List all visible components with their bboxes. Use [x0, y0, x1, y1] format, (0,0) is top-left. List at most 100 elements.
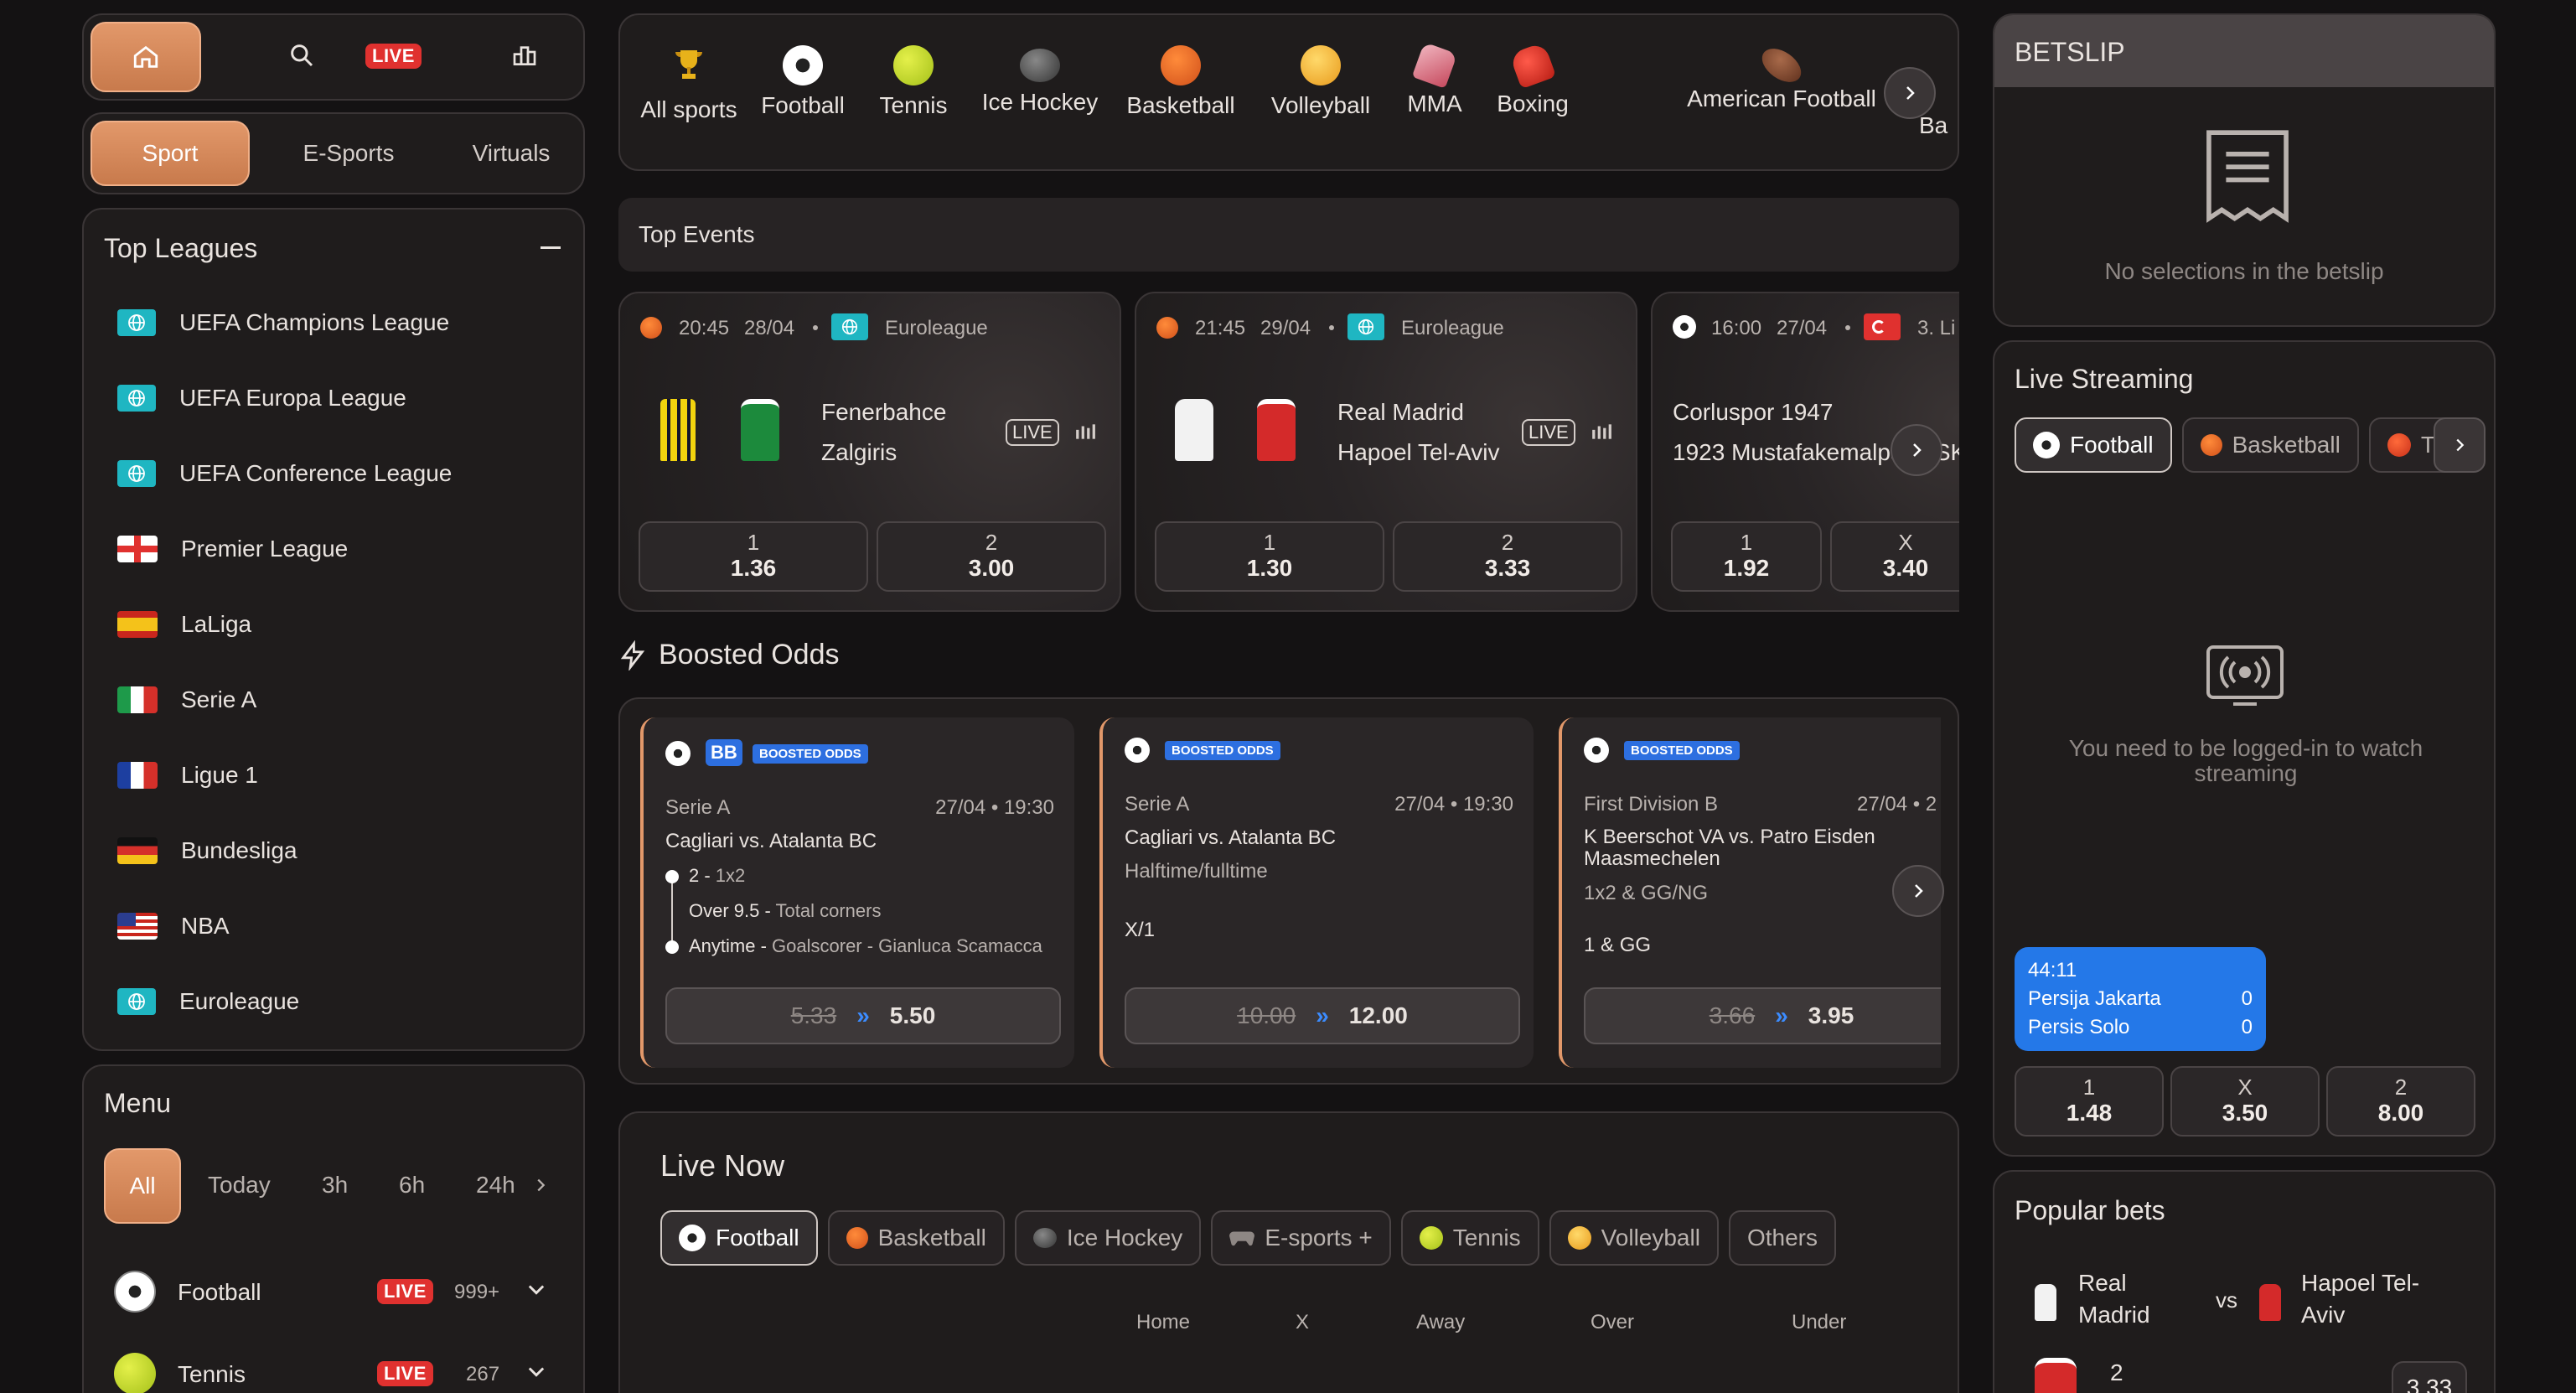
- odd-value: 1.92: [1723, 555, 1770, 581]
- boosted-odd-button[interactable]: 5.33 » 5.50: [665, 987, 1061, 1044]
- stream-tab-football[interactable]: Football: [2015, 417, 2172, 473]
- sport-basketball[interactable]: Basketball: [1118, 45, 1244, 119]
- live-now-title: Live Now: [660, 1148, 785, 1183]
- filter-today[interactable]: Today: [208, 1172, 271, 1199]
- tab-label: Others: [1746, 1225, 1818, 1251]
- home-button[interactable]: [91, 22, 201, 92]
- streaming-scroll-right-button[interactable]: [2434, 417, 2485, 473]
- boosted-odd-button[interactable]: 3.66 » 3.95: [1584, 987, 1941, 1044]
- league-item-conference-league[interactable]: UEFA Conference League: [117, 436, 570, 511]
- league-item-serie-a[interactable]: Serie A: [117, 662, 570, 738]
- flag-france-icon: [117, 762, 158, 789]
- away-jersey-icon: [1257, 399, 1296, 461]
- league-item-laliga[interactable]: LaLiga: [117, 587, 570, 662]
- basketball-icon: [846, 1227, 868, 1249]
- league-item-premier-league[interactable]: Premier League: [117, 511, 570, 587]
- card-match: K Beerschot VA vs. Patro Eisden Maasmech…: [1584, 826, 1875, 870]
- odd-button[interactable]: 1 1.48: [2015, 1066, 2164, 1137]
- odd-button[interactable]: 2 3.00: [877, 521, 1106, 592]
- sport-all[interactable]: All sports: [635, 45, 742, 123]
- tab-virtuals[interactable]: Virtuals: [444, 121, 578, 186]
- event-card[interactable]: 21:45 29/04 Euroleague Real Madrid Hapoe…: [1135, 292, 1637, 612]
- odd-button[interactable]: X 3.50: [2170, 1066, 2320, 1137]
- basketball-icon: [640, 317, 662, 339]
- filter-all[interactable]: All: [104, 1148, 181, 1224]
- search-button[interactable]: [285, 39, 318, 72]
- odd-button[interactable]: 2 8.00: [2326, 1066, 2475, 1137]
- sport-tennis[interactable]: Tennis: [863, 45, 964, 119]
- live-button[interactable]: LIVE: [365, 44, 422, 69]
- event-count: 999+: [454, 1281, 500, 1303]
- league-item-nba[interactable]: NBA: [117, 888, 570, 964]
- filter-6h[interactable]: 6h: [399, 1172, 425, 1199]
- event-count: 267: [466, 1363, 500, 1385]
- live-badge: LIVE: [377, 1279, 433, 1304]
- odd-button[interactable]: X 3.40: [1830, 521, 1959, 592]
- sport-mma[interactable]: MMA: [1393, 42, 1477, 117]
- odd-label: 2: [985, 530, 998, 555]
- menu-sport-tennis[interactable]: Tennis LIVE 267: [114, 1339, 566, 1393]
- boosted-card[interactable]: BOOSTED ODDS Serie A 27/04 • 19:30 Cagli…: [1099, 717, 1534, 1068]
- flag-turkey-icon: [1864, 313, 1901, 340]
- boosted-card[interactable]: BOOSTED ODDS First Division B 27/04 • 2 …: [1559, 717, 1941, 1068]
- sport-boxing[interactable]: Boxing: [1487, 41, 1579, 117]
- separator-dot: [1845, 325, 1850, 330]
- home-icon: [133, 45, 158, 68]
- tab-label: Football: [716, 1225, 799, 1251]
- sport-american-football[interactable]: American Football: [1681, 41, 1882, 112]
- events-scroll-right-button[interactable]: [1891, 424, 1942, 476]
- away-team: Persis Solo: [2028, 1016, 2130, 1038]
- odd-button[interactable]: 1 1.92: [1671, 521, 1822, 592]
- tab-esports[interactable]: E-Sports: [282, 121, 416, 186]
- tab-volleyball[interactable]: Volleyball: [1549, 1210, 1719, 1266]
- leg-text: 1x2: [715, 865, 746, 886]
- sport-partial[interactable]: Ba: [1919, 112, 1948, 139]
- sport-football[interactable]: Football: [753, 45, 853, 119]
- card-selection: 1 & GG: [1584, 934, 1652, 956]
- chevron-down-icon[interactable]: [525, 1277, 548, 1301]
- boosted-odds-tag: BOOSTED ODDS: [1165, 741, 1280, 760]
- sport-ice-hockey[interactable]: Ice Hockey: [977, 45, 1103, 116]
- top-nav: LIVE: [82, 13, 585, 101]
- tab-sport[interactable]: Sport: [91, 121, 250, 186]
- stream-tab-basketball[interactable]: Basketball: [2181, 417, 2359, 473]
- filter-3h[interactable]: 3h: [322, 1172, 348, 1199]
- menu-sport-football[interactable]: Football LIVE 999+: [114, 1257, 566, 1316]
- filter-24h[interactable]: 24h: [476, 1172, 515, 1199]
- boosted-odds-header: Boosted Odds: [618, 639, 839, 671]
- odd-button[interactable]: 2 3.33: [1393, 521, 1622, 592]
- collapse-button[interactable]: [541, 246, 561, 249]
- flag-italy-icon: [117, 686, 158, 713]
- tab-football[interactable]: Football: [660, 1210, 818, 1266]
- league-item-europa-league[interactable]: UEFA Europa League: [117, 360, 570, 436]
- popular-odd-button[interactable]: 3.33: [2392, 1361, 2467, 1393]
- podium-icon: [513, 46, 536, 65]
- odd-button[interactable]: 1 1.30: [1155, 521, 1384, 592]
- boosted-scroll-right-button[interactable]: [1892, 865, 1944, 917]
- mode-tabs: Sport E-Sports Virtuals: [82, 112, 585, 194]
- tab-esports[interactable]: E-sports +: [1211, 1210, 1391, 1266]
- league-item-ligue-1[interactable]: Ligue 1: [117, 738, 570, 813]
- odd-button[interactable]: 1 1.36: [639, 521, 868, 592]
- stream-score-card[interactable]: 44:11 Persija Jakarta 0 Persis Solo 0: [2015, 947, 2266, 1051]
- boosted-odd-button[interactable]: 10.00 » 12.00: [1125, 987, 1520, 1044]
- chevron-right-icon[interactable]: [531, 1175, 550, 1195]
- sports-scroll-right-button[interactable]: [1884, 67, 1936, 119]
- league-item-euroleague[interactable]: Euroleague: [117, 964, 570, 1039]
- streaming-login-message: You need to be logged-in to watch stream…: [2068, 735, 2423, 786]
- chevron-down-icon[interactable]: [525, 1359, 548, 1383]
- event-card[interactable]: 20:45 28/04 Euroleague Fenerbahce Zalgir…: [618, 292, 1121, 612]
- tab-others[interactable]: Others: [1728, 1210, 1836, 1266]
- tab-tennis[interactable]: Tennis: [1400, 1210, 1539, 1266]
- tab-basketball[interactable]: Basketball: [827, 1210, 1005, 1266]
- boosted-card[interactable]: BB BOOSTED ODDS Serie A 27/04 • 19:30 Ca…: [640, 717, 1074, 1068]
- league-item-bundesliga[interactable]: Bundesliga: [117, 813, 570, 888]
- tab-ice-hockey[interactable]: Ice Hockey: [1014, 1210, 1202, 1266]
- sport-volleyball[interactable]: Volleyball: [1262, 45, 1379, 119]
- sport-tennis-label: Tennis: [879, 92, 948, 118]
- odd-label: 2: [2394, 1075, 2408, 1100]
- league-item-champions-league[interactable]: UEFA Champions League: [117, 285, 570, 360]
- leg-text: Goalscorer - Gianluca Scamacca: [772, 935, 1042, 956]
- home-team: Real Madrid: [2078, 1270, 2150, 1328]
- stats-button[interactable]: [508, 39, 541, 72]
